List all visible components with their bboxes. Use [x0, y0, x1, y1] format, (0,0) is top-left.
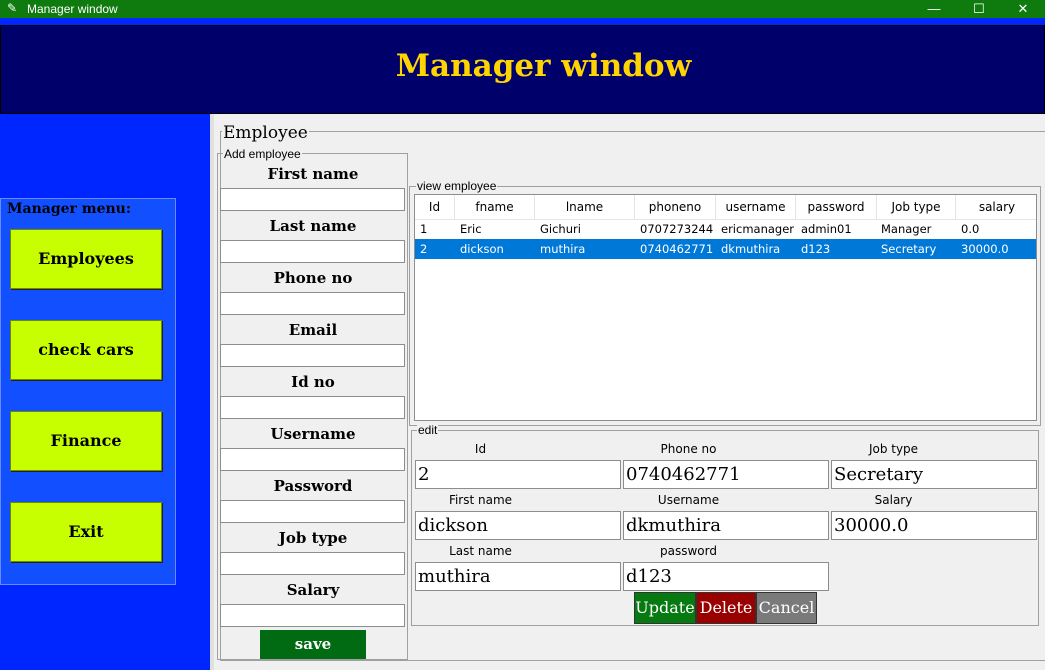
edit-salary-label: Salary [874, 493, 913, 507]
column-header-id[interactable]: Id [415, 195, 455, 220]
employee-table[interactable]: Id fname lname phoneno username password… [414, 194, 1037, 421]
cell-password: admin01 [801, 222, 852, 236]
employee-legend: Employee [222, 123, 309, 143]
view-employee-legend: view employee [416, 179, 498, 193]
cell-salary: 30000.0 [961, 242, 1009, 256]
edit-id-label: Id [474, 442, 487, 456]
first-name-field[interactable] [220, 188, 405, 211]
cell-salary: 0.0 [961, 222, 980, 236]
maximize-button[interactable]: ☐ [957, 0, 1001, 18]
edit-first-name-field[interactable]: dickson [415, 511, 621, 540]
phone-no-label: Phone no [273, 269, 353, 287]
cell-fname: dickson [460, 242, 504, 256]
cell-job-type: Manager [881, 222, 932, 236]
table-header: Id fname lname phoneno username password… [415, 195, 1036, 220]
cell-fname: Eric [460, 222, 482, 236]
salary-field[interactable] [220, 604, 405, 627]
cell-password: d123 [801, 242, 831, 256]
first-name-label: First name [267, 165, 359, 183]
column-header-lname[interactable]: lname [535, 195, 635, 220]
username-label: Username [270, 425, 356, 443]
edit-legend: edit [417, 423, 439, 437]
delete-button[interactable]: Delete [696, 592, 756, 624]
edit-phone-field[interactable]: 0740462771 [623, 460, 829, 489]
edit-first-name-label: First name [448, 493, 513, 507]
minimize-button[interactable]: — [912, 0, 956, 18]
feather-icon: ✎ [7, 1, 18, 15]
last-name-field[interactable] [220, 240, 405, 263]
update-button[interactable]: Update [634, 592, 696, 624]
cell-phoneno: 0707273244 [640, 222, 714, 236]
cell-job-type: Secretary [881, 242, 937, 256]
edit-password-field[interactable]: d123 [623, 562, 829, 591]
cell-id: 1 [420, 222, 428, 236]
phone-no-field[interactable] [220, 292, 405, 315]
column-header-job-type[interactable]: Job type [877, 195, 956, 220]
check-cars-button[interactable]: check cars [10, 320, 162, 380]
edit-phone-label: Phone no [660, 442, 717, 456]
edit-job-type-field[interactable]: Secretary [831, 460, 1037, 489]
column-header-phoneno[interactable]: phoneno [635, 195, 716, 220]
close-button[interactable]: ✕ [1001, 0, 1045, 18]
edit-job-type-label: Job type [868, 442, 919, 456]
cancel-button[interactable]: Cancel [756, 592, 817, 624]
cell-lname: Gichuri [540, 222, 581, 236]
column-header-username[interactable]: username [716, 195, 796, 220]
id-no-label: Id no [291, 373, 335, 391]
edit-username-field[interactable]: dkmuthira [623, 511, 829, 540]
edit-id-field[interactable]: 2 [415, 460, 621, 489]
add-employee-legend: Add employee [223, 147, 302, 161]
save-button[interactable]: save [260, 630, 366, 659]
cell-username: ericmanager [721, 222, 795, 236]
cell-username: dkmuthira [721, 242, 781, 256]
cell-lname: muthira [540, 242, 586, 256]
finance-button[interactable]: Finance [10, 411, 162, 471]
column-header-salary[interactable]: salary [956, 195, 1036, 220]
page-title: Manager window [395, 48, 692, 84]
column-header-fname[interactable]: fname [455, 195, 535, 220]
edit-password-label: password [660, 544, 717, 558]
edit-last-name-field[interactable]: muthira [415, 562, 621, 591]
table-row-selected[interactable]: 2 dickson muthira 0740462771 dkmuthira d… [415, 239, 1036, 259]
edit-username-label: Username [657, 493, 720, 507]
salary-label: Salary [286, 581, 340, 599]
window-titlebar: ✎ Manager window — ☐ ✕ [0, 0, 1045, 18]
edit-last-name-label: Last name [449, 544, 512, 558]
window-title: Manager window [27, 2, 118, 16]
email-label: Email [288, 321, 338, 339]
id-no-field[interactable] [220, 396, 405, 419]
edit-salary-field[interactable]: 30000.0 [831, 511, 1037, 540]
cell-phoneno: 0740462771 [640, 242, 714, 256]
cell-id: 2 [420, 242, 428, 256]
table-row[interactable]: 1 Eric Gichuri 0707273244 ericmanager ad… [415, 219, 1036, 239]
last-name-label: Last name [269, 217, 357, 235]
manager-menu-legend: Manager menu: [6, 201, 133, 217]
column-header-password[interactable]: password [796, 195, 877, 220]
exit-button[interactable]: Exit [10, 502, 162, 562]
header-banner: Manager window [0, 25, 1045, 114]
employees-button[interactable]: Employees [10, 229, 162, 289]
email-field[interactable] [220, 344, 405, 367]
